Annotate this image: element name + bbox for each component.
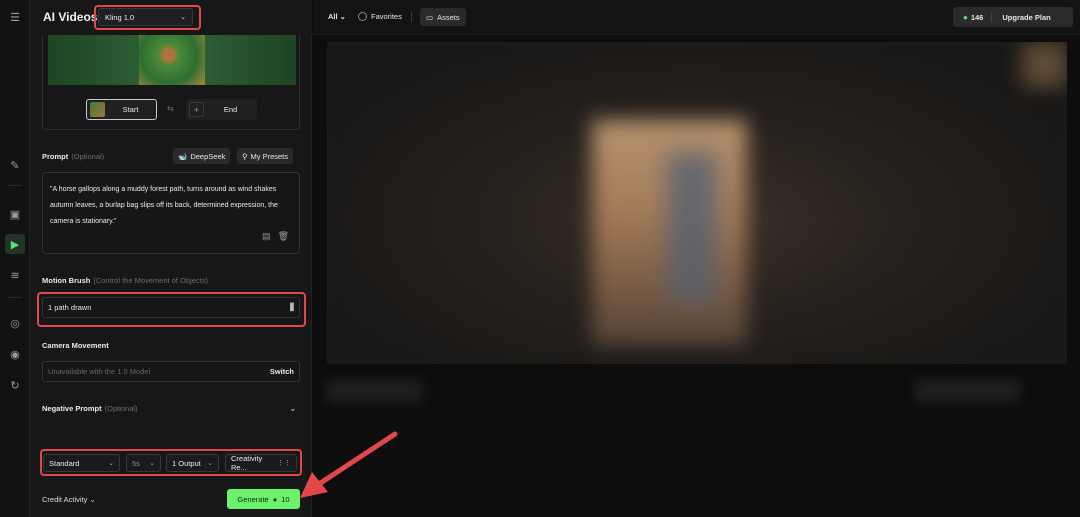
start-frame-image [139,35,205,85]
control-panel: Start ⇆ + End Prompt (Optional) 🐋 DeepSee… [30,0,312,517]
video-preview[interactable] [327,42,1067,364]
start-frame-button[interactable]: Start [86,99,157,120]
camera-movement-label: Camera Movement [42,341,109,350]
start-frame-preview[interactable] [48,35,296,85]
prompt-textarea[interactable]: "A horse gallops along a muddy forest pa… [42,172,300,254]
model-3d-icon[interactable]: ◎ [7,315,23,331]
favorites-checkbox[interactable] [358,12,367,21]
chevron-down-icon[interactable]: ⌄ [289,403,297,414]
favorites-toggle[interactable]: Favorites [358,12,402,21]
save-icon[interactable]: ▤ [262,228,271,244]
rail-divider [8,297,22,298]
folder-icon: ▭ [426,12,434,22]
icon-rail: ☰ ✎ ▣ ▶ ≋ ◎ ◉ ↻ [0,0,30,517]
assets-button[interactable]: ▭ Assets [420,8,466,26]
credit-balance: ● 146 [953,12,993,22]
palette-icon[interactable]: ✎ [7,157,23,173]
credit-drop-icon: ● [272,494,278,504]
trash-icon[interactable]: 🗑 [278,228,289,244]
audio-wave-icon[interactable]: ≋ [7,267,23,283]
rail-divider [8,185,22,186]
motion-brush-label: Motion Brush (Control the Movement of Obj… [42,276,208,285]
plus-icon: + [189,102,204,117]
camera-movement-field: Unavailable with the 1.0 Model Switch [42,361,300,382]
red-arrow-annotation [300,431,398,498]
toolbar-divider [411,12,412,22]
start-frame-thumbnail [90,102,105,117]
video-icon[interactable]: ▶ [5,234,25,254]
page-title: AI Videos [43,10,98,24]
my-presets-button[interactable]: ⚲ My Presets [237,148,294,164]
highlight-model-select [94,5,201,30]
frames-card: Start ⇆ + End [42,35,300,130]
swap-icon[interactable]: ⇆ [167,104,174,113]
preview-corner [1022,42,1067,87]
image-icon[interactable]: ▣ [7,206,23,222]
preview-subject [667,152,717,302]
credit-activity-link[interactable]: Credit Activity ⌄ [42,495,96,504]
prompt-text: "A horse gallops along a muddy forest pa… [50,186,278,225]
generate-button[interactable]: Generate ● 10 [227,489,300,509]
filter-all-dropdown[interactable]: All ⌄ [328,12,346,21]
credit-drop-icon: ● [963,12,968,22]
gallery-toolbar: All ⌄ Favorites ▭ Assets ● 146 Upgrade Pl… [313,0,1080,35]
deepseek-button[interactable]: 🐋 DeepSeek [173,148,231,164]
deepseek-icon: 🐋 [178,151,188,161]
upgrade-plan-button[interactable]: Upgrade Plan [992,13,1050,22]
preview-meta-right [915,380,1020,402]
bulb-icon: ⚲ [242,151,248,161]
negative-prompt-label: Negative Prompt (Optional) [42,404,138,413]
start-frame-label: Start [122,105,139,114]
switch-button[interactable]: Switch [270,367,294,376]
highlight-motion-brush [37,292,306,327]
preview-meta-left [327,380,422,402]
end-frame-button[interactable]: + End [186,99,257,120]
prompt-label: Prompt (Optional) [42,152,105,161]
highlight-options [40,449,302,476]
history-icon[interactable]: ↻ [7,377,23,393]
credits-pill: ● 146 Upgrade Plan [953,7,1073,27]
eye-icon[interactable]: ◉ [7,346,23,362]
end-frame-label: End [223,105,238,114]
menu-icon[interactable]: ☰ [7,9,23,25]
